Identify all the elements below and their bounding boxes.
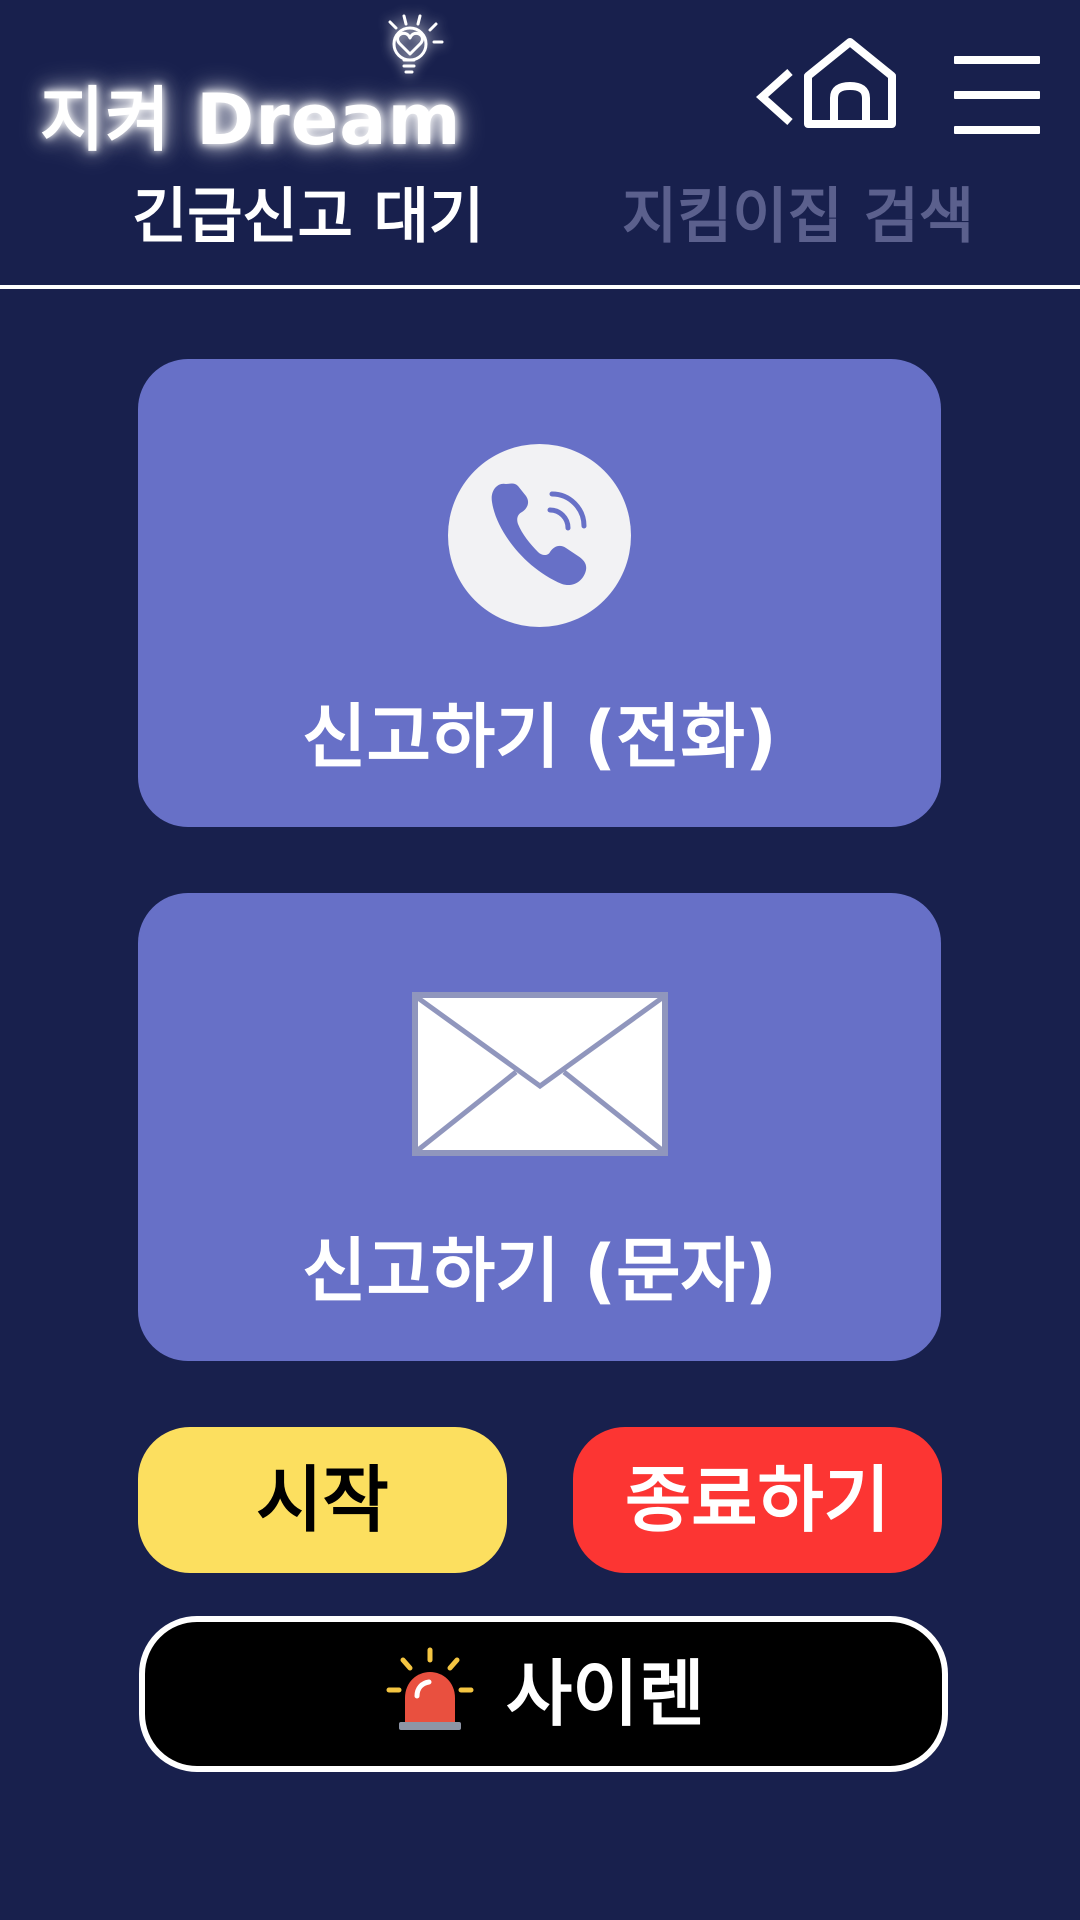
back-chevron-icon[interactable] <box>752 66 800 128</box>
siren-label: 사이렌 <box>506 1652 705 1736</box>
end-button[interactable]: 종료하기 <box>573 1427 942 1573</box>
envelope-icon <box>412 992 668 1156</box>
home-icon[interactable] <box>800 36 900 132</box>
siren-icon <box>386 1647 474 1730</box>
hamburger-menu-icon[interactable] <box>954 56 1040 134</box>
lightbulb-heart-icon <box>388 14 444 74</box>
tab-bar: 긴급신고 대기 지킴이집 검색 <box>0 175 1080 289</box>
tab-safe-house-search[interactable]: 지킴이집 검색 <box>622 175 974 259</box>
report-sms-label: 신고하기 (문자) <box>302 1230 777 1312</box>
tab-emergency-standby[interactable]: 긴급신고 대기 <box>132 175 484 259</box>
start-button[interactable]: 시작 <box>138 1427 507 1573</box>
siren-button[interactable]: 사이렌 <box>139 1616 948 1772</box>
report-call-label: 신고하기 (전화) <box>302 696 777 778</box>
report-call-button[interactable]: 신고하기 (전화) <box>138 359 941 827</box>
report-sms-button[interactable]: 신고하기 (문자) <box>138 893 941 1361</box>
phone-icon <box>448 444 631 627</box>
